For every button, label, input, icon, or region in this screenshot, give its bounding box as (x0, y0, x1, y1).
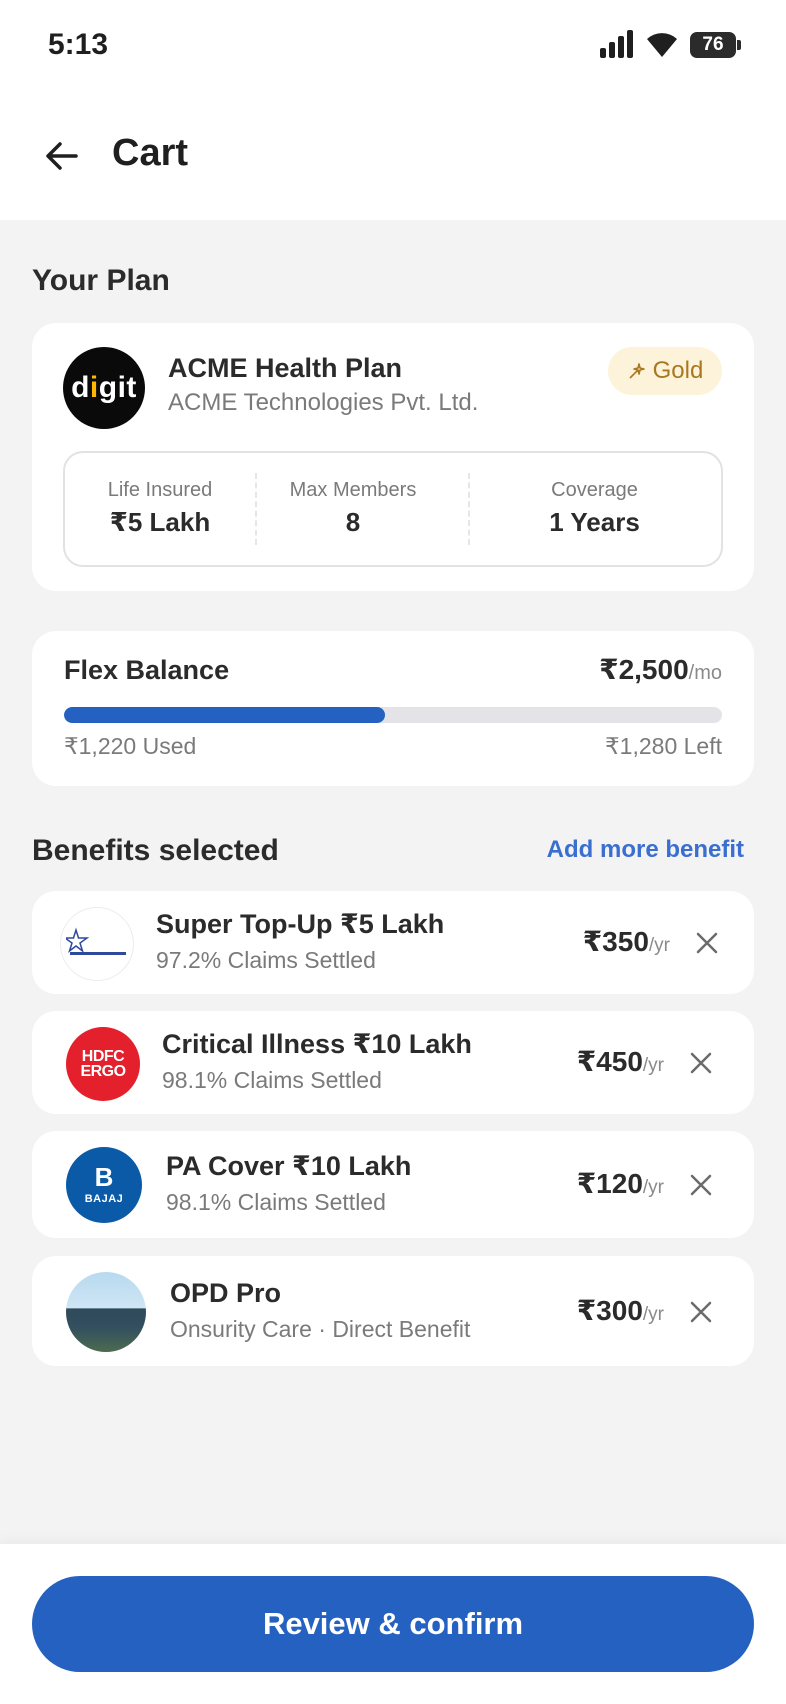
logo-text-line: HDFC (81, 1048, 125, 1065)
benefit-item-pa-cover[interactable]: B BAJAJ PA Cover ₹10 Lakh 98.1% Claims S… (32, 1131, 754, 1238)
back-arrow-icon[interactable] (42, 136, 82, 176)
logo-text-line: ERGO (80, 1063, 126, 1080)
gold-badge: Gold (608, 347, 722, 395)
wifi-icon (647, 33, 677, 57)
benefit-name: OPD Pro (170, 1278, 282, 1308)
remove-benefit-close-icon[interactable] (686, 1170, 716, 1200)
stat-label: Coverage (551, 479, 638, 501)
bajaj-logo-text: BAJAJ (84, 1193, 124, 1205)
star-logo-mark (66, 927, 126, 955)
footer-bar: Review & confirm (0, 1544, 786, 1704)
flex-balance-card: Flex Balance ₹2,500/mo ₹1,220 Used ₹1,28… (32, 631, 754, 786)
plan-name: ACME Health Plan (168, 353, 403, 383)
stat-max-members: Max Members 8 (255, 453, 451, 565)
bajaj-logo: B BAJAJ (66, 1147, 142, 1223)
plan-company: ACME Technologies Pvt. Ltd. (168, 389, 479, 416)
add-more-benefit-link[interactable]: Add more benefit (547, 836, 744, 864)
your-plan-heading: Your Plan (32, 264, 170, 297)
bajaj-logo-mark: B (94, 1162, 114, 1192)
digit-logo: d i git (63, 347, 145, 429)
benefit-subtitle: 98.1% Claims Settled (162, 1067, 382, 1093)
flex-amount-unit: /mo (688, 662, 722, 684)
app-header: Cart (0, 100, 786, 220)
plan-card: d i git ACME Health Plan ACME Technologies… (32, 323, 754, 591)
stat-label: Life Insured (107, 479, 213, 501)
remove-benefit-close-icon[interactable] (692, 928, 722, 958)
stat-value: 1 Years (549, 507, 640, 537)
stat-coverage: Coverage 1 Years (468, 453, 721, 565)
stat-life-insured: Life Insured ₹5 Lakh (65, 453, 255, 565)
benefit-price-value: ₹450 (576, 1046, 643, 1077)
flex-used-text: ₹1,220 Used (64, 733, 197, 759)
page-title: Cart (112, 132, 189, 174)
benefit-price-value: ₹300 (576, 1295, 643, 1326)
benefit-price: ₹300/yr (577, 1294, 664, 1327)
flex-left-text: ₹1,280 Left (605, 733, 722, 759)
hdfc-ergo-logo: HDFC ERGO (66, 1027, 140, 1101)
review-confirm-button[interactable]: Review & confirm (32, 1576, 754, 1672)
flex-balance-amount: ₹2,500/mo (599, 653, 722, 686)
benefit-price-value: ₹350 (582, 926, 649, 957)
flex-amount-value: ₹2,500 (599, 654, 689, 685)
benefit-item-opd-pro[interactable]: OPD Pro Onsurity Care · Direct Benefit ₹… (32, 1256, 754, 1366)
status-bar: 5:13 76 (0, 0, 786, 100)
status-time: 5:13 (48, 28, 109, 61)
star-health-logo (60, 907, 134, 981)
benefit-price: ₹120/yr (577, 1167, 664, 1200)
flex-balance-title: Flex Balance (64, 655, 230, 685)
flex-progress-fill (64, 707, 386, 723)
benefit-price-unit: /yr (642, 1304, 664, 1325)
flex-progress-bar (64, 707, 722, 723)
stat-value: 8 (345, 507, 361, 537)
benefit-item-critical-illness[interactable]: HDFC ERGO Critical Illness ₹10 Lakh 98.1… (32, 1011, 754, 1114)
benefit-subtitle: 98.1% Claims Settled (166, 1189, 386, 1215)
benefit-price-value: ₹120 (576, 1168, 643, 1199)
sparkle-icon (629, 363, 645, 379)
benefit-item-super-top-up[interactable]: Super Top-Up ₹5 Lakh 97.2% Claims Settle… (32, 891, 754, 994)
benefit-subtitle: 97.2% Claims Settled (156, 947, 376, 973)
battery-icon: 76 (690, 32, 736, 58)
stat-value: ₹5 Lakh (109, 507, 211, 537)
benefit-price-unit: /yr (642, 1055, 664, 1076)
plan-stats: Life Insured ₹5 Lakh Max Members 8 Cover… (63, 451, 723, 567)
signal-icon (600, 28, 636, 58)
battery-tip (737, 40, 741, 50)
benefit-name: Super Top-Up ₹5 Lakh (156, 909, 445, 939)
gold-badge-label: Gold (652, 357, 704, 384)
stat-label: Max Members (289, 479, 417, 501)
remove-benefit-close-icon[interactable] (686, 1297, 716, 1327)
benefit-price-unit: /yr (648, 935, 670, 956)
benefits-heading: Benefits selected (32, 834, 279, 867)
benefit-subtitle: Onsurity Care · Direct Benefit (170, 1316, 471, 1342)
opd-building-image (66, 1272, 146, 1352)
benefit-price: ₹350/yr (583, 925, 670, 958)
benefit-name: Critical Illness ₹10 Lakh (162, 1029, 472, 1059)
benefit-price-unit: /yr (642, 1177, 664, 1198)
benefit-name: PA Cover ₹10 Lakh (166, 1151, 412, 1181)
remove-benefit-close-icon[interactable] (686, 1048, 716, 1078)
benefit-price: ₹450/yr (577, 1045, 664, 1078)
